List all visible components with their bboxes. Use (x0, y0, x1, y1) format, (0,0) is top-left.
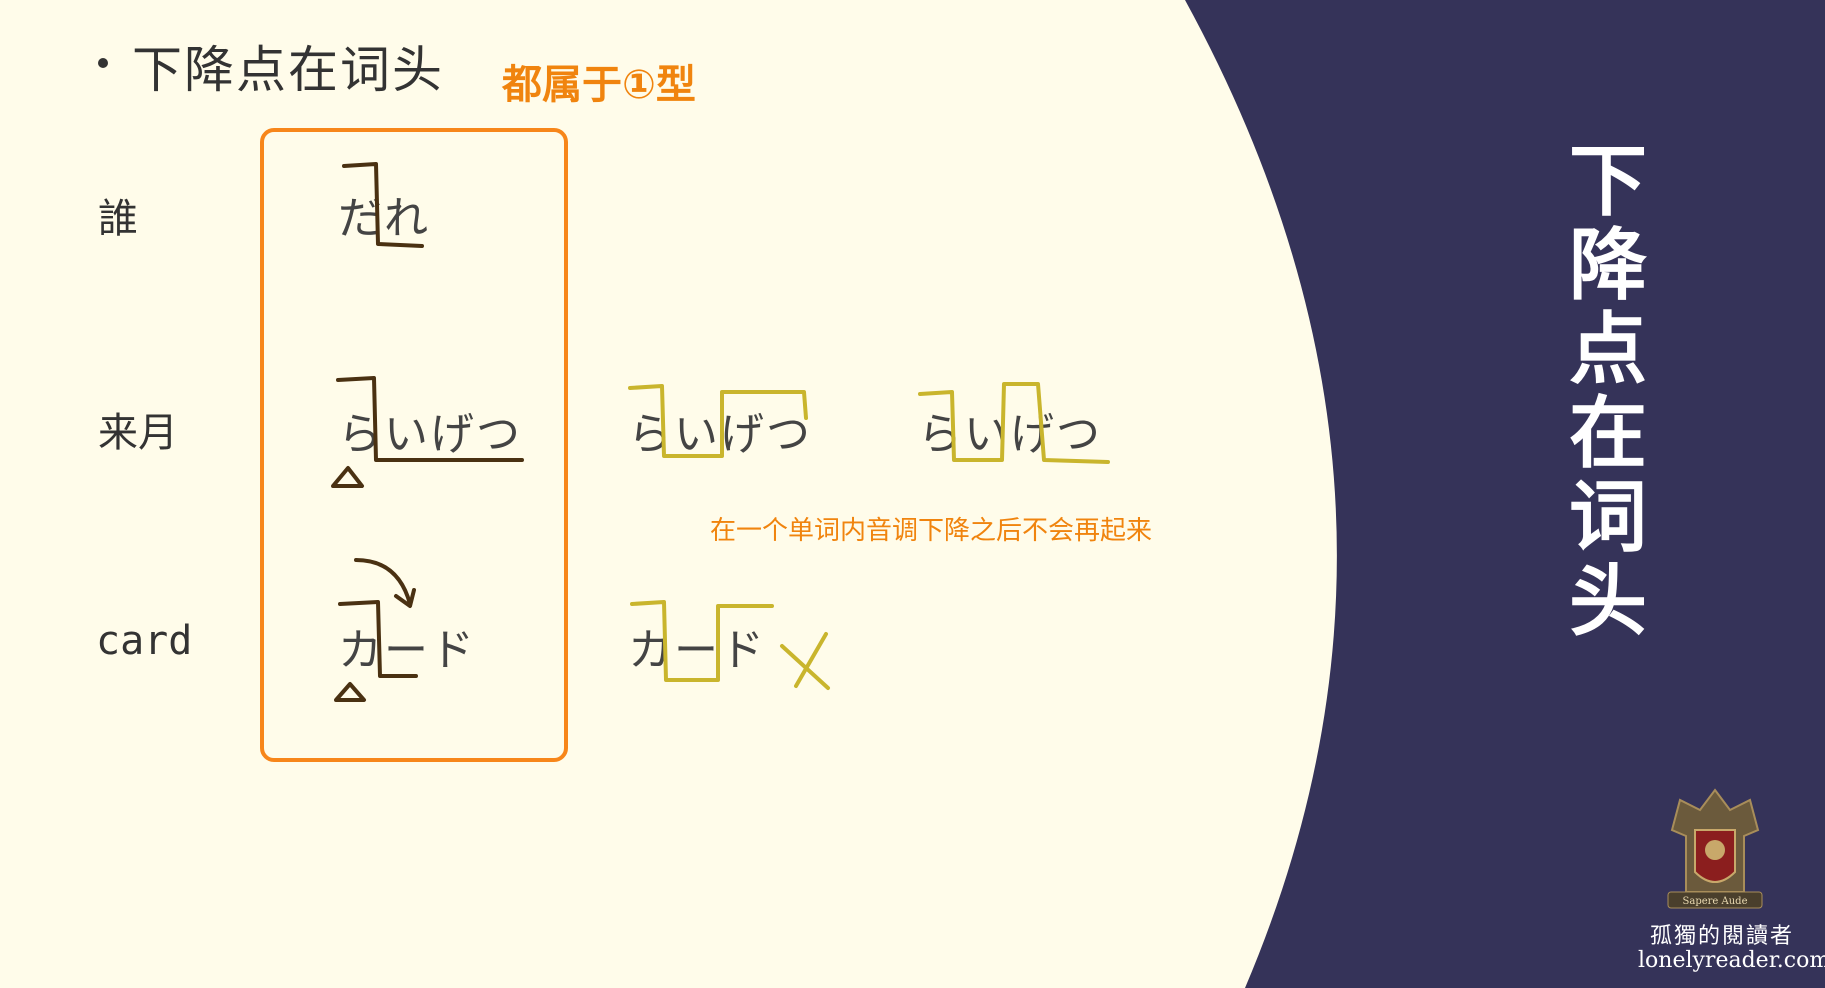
accent-triangle-kado (334, 682, 366, 702)
side-title-char: 头 (1568, 557, 1647, 647)
pitch-line-kado (338, 600, 418, 678)
side-title-char: 在 (1568, 389, 1647, 479)
accent-arrow-kado (354, 558, 412, 606)
slide: 下降点在词头 都属于①型 誰 来月 card だれ らいげつ カード らいげつ … (0, 0, 1825, 988)
side-title-char: 降 (1568, 221, 1647, 311)
brand-name: 孤獨的閱讀者 (1650, 924, 1795, 949)
pitch-line-raigetsu-a (628, 384, 808, 458)
pitch-line-dare (342, 162, 424, 248)
pitch-line-raigetsu (336, 376, 524, 462)
pitch-line-kado-wrong (630, 600, 774, 682)
accent-triangle-raigetsu (331, 466, 364, 488)
logo-motto: Sapere Aude (1683, 896, 1748, 907)
pitch-line-raigetsu-b (918, 382, 1110, 464)
side-title-char: 点 (1568, 305, 1647, 395)
side-title-char: 词 (1568, 473, 1647, 563)
wrong-mark-x (780, 632, 830, 690)
brand-url[interactable]: lonelyreader.com (1638, 948, 1825, 973)
side-title: 下 降 点 在 词 头 (1568, 140, 1648, 644)
side-title-char: 下 (1568, 137, 1647, 227)
crest-logo: Sapere Aude (1667, 788, 1763, 909)
pitch-accent-strokes (331, 162, 1110, 702)
explanation-note: 在一个单词内音调下降之后不会再起来 (710, 516, 1153, 546)
